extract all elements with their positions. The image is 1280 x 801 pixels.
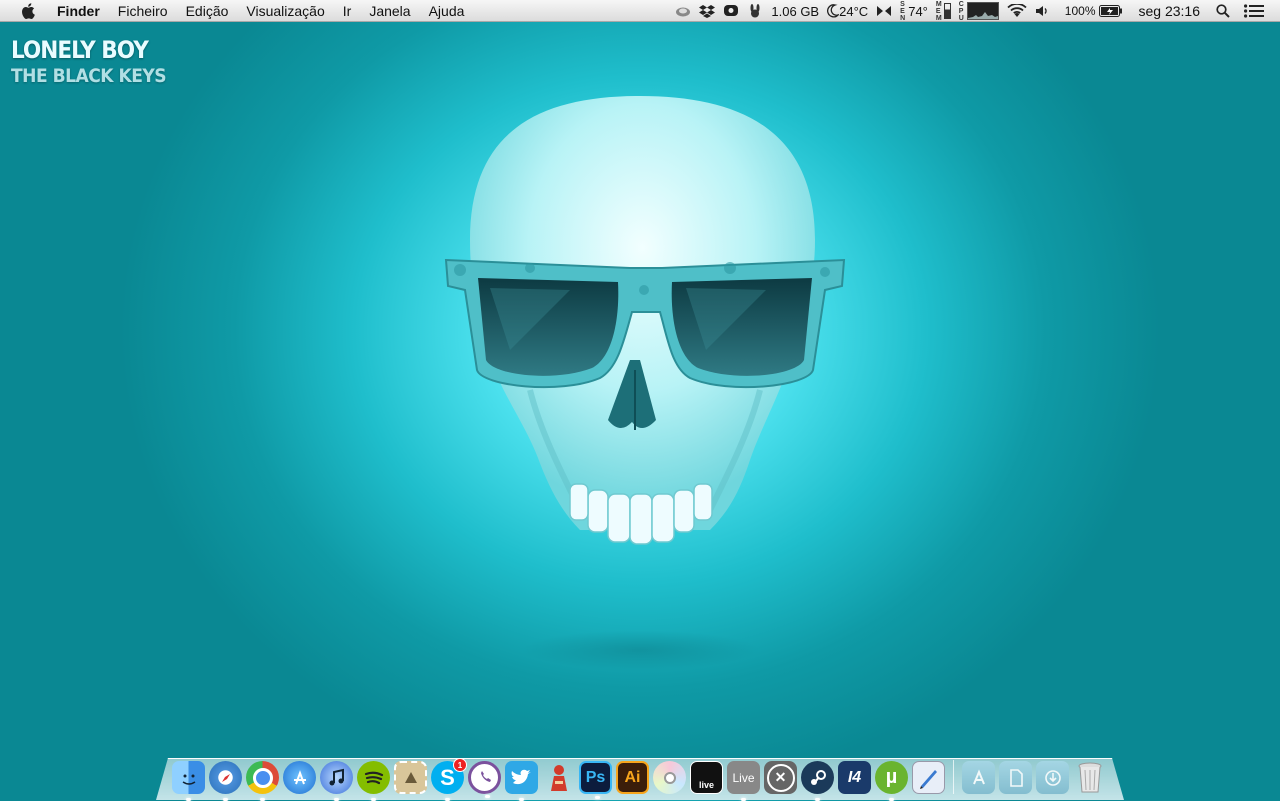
dock-downloads-stack-icon[interactable] bbox=[1036, 761, 1069, 794]
dock-app-store-icon[interactable] bbox=[283, 761, 316, 794]
moon-icon bbox=[827, 4, 840, 18]
dock-twitter-icon[interactable] bbox=[505, 761, 538, 801]
dock-illustrator-icon[interactable]: Ai bbox=[616, 761, 649, 794]
wallpaper-skull-image bbox=[444, 96, 846, 545]
dock: S 1 Ps Ai live Live ✕ I4 µ bbox=[170, 752, 1108, 801]
illustrator-label: Ai bbox=[624, 768, 641, 786]
rabbit-icon[interactable] bbox=[747, 4, 763, 18]
dock-dvd-player-icon[interactable] bbox=[653, 761, 686, 794]
dock-trash-icon[interactable] bbox=[1073, 761, 1106, 794]
menu-ficheiro[interactable]: Ficheiro bbox=[109, 0, 177, 22]
cloud-app-icon[interactable] bbox=[675, 4, 691, 18]
battery-percent: 100% bbox=[1064, 4, 1096, 18]
skype-letter: S bbox=[440, 764, 455, 790]
notification-center-icon[interactable] bbox=[1244, 4, 1264, 18]
dock-spotify-icon[interactable] bbox=[357, 761, 390, 801]
ableton-alt-label: live bbox=[698, 779, 714, 790]
mem-meter[interactable]: MEM bbox=[936, 1, 951, 22]
menu-janela[interactable]: Janela bbox=[360, 0, 419, 22]
dock-chrome-icon[interactable] bbox=[246, 761, 279, 801]
dock-documents-stack-icon[interactable] bbox=[999, 761, 1032, 794]
photoshop-label: Ps bbox=[585, 768, 606, 786]
dock-photoshop-icon[interactable]: Ps bbox=[579, 761, 612, 799]
temperature-value: 24°C bbox=[839, 3, 869, 19]
dock-safari-icon[interactable] bbox=[209, 761, 242, 801]
dock-ableton-live-icon[interactable]: Live bbox=[727, 761, 760, 801]
volume-icon[interactable] bbox=[1035, 4, 1051, 18]
cpu-graph bbox=[966, 2, 999, 20]
spotlight-search-icon[interactable] bbox=[1216, 4, 1230, 18]
dock-separator bbox=[953, 760, 954, 794]
mem-bar bbox=[943, 3, 951, 19]
menu-ajuda[interactable]: Ajuda bbox=[420, 0, 474, 22]
skype-badge: 1 bbox=[453, 758, 467, 772]
dock-finder-icon[interactable] bbox=[172, 761, 205, 801]
running-indicator bbox=[485, 795, 490, 798]
dock-viber-icon[interactable] bbox=[468, 761, 501, 798]
now-playing-song: LONELY BOY bbox=[11, 36, 149, 64]
menu-bar: Finder Ficheiro Edição Visualização Ir J… bbox=[0, 0, 1280, 22]
dock-i4-icon[interactable]: I4 bbox=[838, 761, 871, 794]
cpu-label: CPU bbox=[958, 0, 964, 22]
i4-label: I4 bbox=[847, 768, 862, 786]
wifi-icon[interactable] bbox=[1007, 4, 1027, 18]
sensor-temp[interactable]: SEN 74° bbox=[900, 1, 928, 22]
skull-shadow bbox=[520, 630, 760, 670]
dock-ableton-live-alt-icon[interactable]: live bbox=[690, 761, 723, 794]
dock-cross-app-icon[interactable]: ✕ bbox=[764, 761, 797, 794]
now-playing-widget: LONELY BOY THE BLACK KEYS bbox=[11, 36, 167, 88]
cpu-meter[interactable]: CPU bbox=[959, 1, 999, 22]
menu-ir[interactable]: Ir bbox=[334, 0, 361, 22]
clock[interactable]: seg 23:16 bbox=[1139, 3, 1201, 19]
dock-steam-icon[interactable] bbox=[801, 761, 834, 801]
sen-label: SEN bbox=[900, 0, 906, 22]
menu-edicao[interactable]: Edição bbox=[177, 0, 238, 22]
dock-utorrent-icon[interactable]: µ bbox=[875, 761, 908, 801]
mem-label: MEM bbox=[935, 0, 942, 22]
menu-app-name[interactable]: Finder bbox=[48, 0, 109, 22]
running-indicator bbox=[595, 796, 600, 799]
now-playing-artist: THE BLACK KEYS bbox=[11, 65, 167, 87]
battery-status[interactable]: 100% bbox=[1065, 4, 1123, 18]
dock-itunes-icon[interactable] bbox=[320, 761, 353, 801]
chat-bubble-icon[interactable] bbox=[723, 4, 739, 18]
ableton-label: Live bbox=[732, 770, 755, 785]
weather-readout[interactable]: 24°C bbox=[827, 4, 868, 19]
battery-icon bbox=[1098, 5, 1122, 17]
dropbox-icon[interactable] bbox=[699, 4, 716, 18]
dock-pages-pen-icon[interactable] bbox=[912, 761, 945, 794]
dock-red-figure-icon[interactable] bbox=[542, 761, 575, 794]
dock-applications-stack-icon[interactable] bbox=[962, 761, 995, 794]
bowtie-icon[interactable] bbox=[876, 4, 892, 18]
dock-mail-stamp-icon[interactable] bbox=[394, 761, 427, 794]
dock-skype-icon[interactable]: S 1 bbox=[431, 758, 467, 801]
apple-menu-icon[interactable] bbox=[18, 0, 38, 22]
cpu-temp-value: 74° bbox=[908, 3, 928, 19]
memory-readout[interactable]: 1.06 GB bbox=[771, 4, 819, 19]
menu-visualizacao[interactable]: Visualização bbox=[237, 0, 333, 22]
